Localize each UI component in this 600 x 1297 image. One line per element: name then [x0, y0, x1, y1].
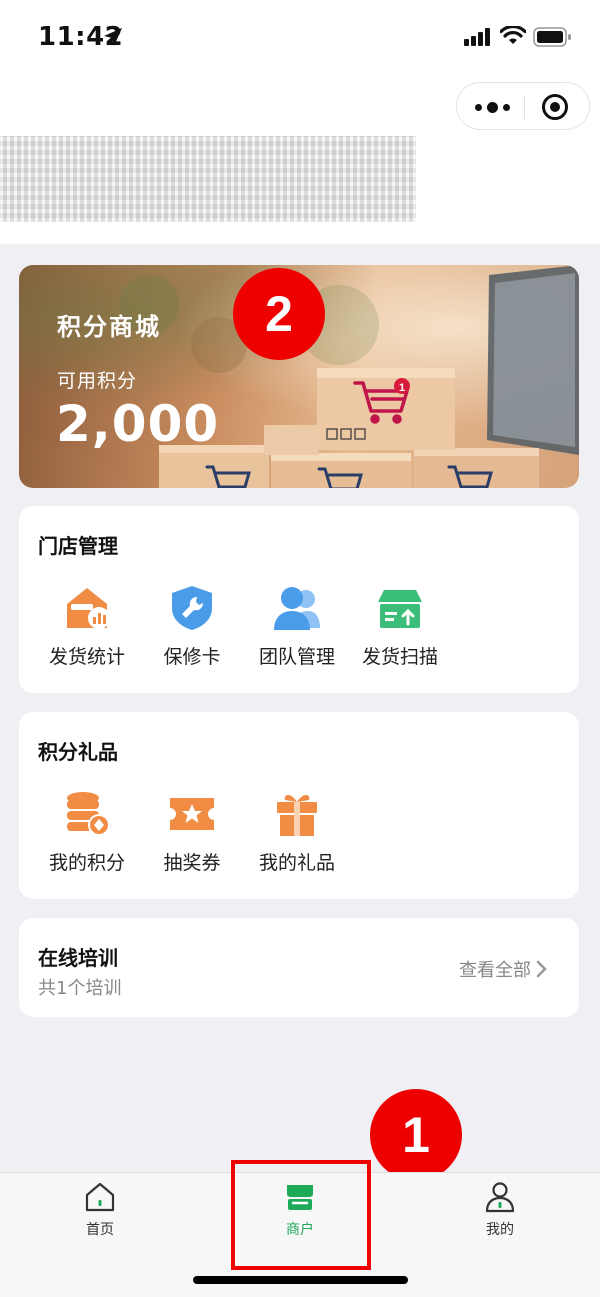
store-management-title: 门店管理 [38, 534, 118, 558]
view-all-link[interactable]: 查看全部 [459, 956, 549, 982]
my-gifts-item[interactable]: 我的礼品 [247, 790, 347, 875]
my-points-item[interactable]: 我的积分 [37, 790, 137, 875]
training-count: 共1个培训 [38, 978, 122, 999]
profile-icon [485, 1182, 515, 1213]
annotation-marker-1: 1 [370, 1089, 462, 1181]
tab-home[interactable]: 首页 [50, 1181, 150, 1239]
tab-home-label: 首页 [86, 1222, 114, 1238]
capsule-divider [524, 95, 525, 119]
warranty-card-item[interactable]: 保修卡 [142, 584, 242, 669]
wifi-icon [500, 26, 526, 44]
more-icon[interactable] [475, 98, 511, 116]
my-points-label: 我的积分 [48, 852, 125, 874]
team-management-label: 团队管理 [258, 646, 335, 668]
house-chart-icon [67, 588, 110, 629]
merchant-tab-highlight [231, 1160, 371, 1270]
cart-badge-count: 1 [399, 382, 405, 394]
status-bar: 11:42 [0, 0, 600, 76]
battery-icon [533, 27, 571, 47]
view-all-label: 查看全部 [459, 960, 531, 981]
online-training-title: 在线培训 [38, 946, 118, 970]
miniprogram-capsule [456, 82, 590, 130]
cellular-signal-icon [464, 28, 490, 46]
points-gifts-title: 积分礼品 [38, 740, 118, 764]
banner-title: 积分商城 [57, 313, 161, 341]
box-upload-icon [378, 590, 422, 628]
tab-mine[interactable]: 我的 [450, 1181, 550, 1239]
ticket-icon [170, 798, 214, 830]
points-gifts-card: 积分礼品 我的积分 抽奖券 我的礼品 [19, 712, 579, 899]
shield-wrench-icon [172, 586, 212, 630]
chevron-right-icon [536, 960, 547, 978]
coins-icon [67, 792, 110, 836]
team-icon [274, 587, 320, 630]
lottery-ticket-label: 抽奖券 [163, 852, 221, 874]
gift-icon [277, 795, 317, 836]
shipping-stats-item[interactable]: 发货统计 [37, 584, 137, 669]
location-arrow-icon [104, 28, 122, 46]
warranty-card-label: 保修卡 [163, 646, 221, 668]
lottery-ticket-item[interactable]: 抽奖券 [142, 790, 242, 875]
my-gifts-label: 我的礼品 [258, 852, 335, 874]
team-management-item[interactable]: 团队管理 [247, 584, 347, 669]
shipping-scan-item[interactable]: 发货扫描 [350, 584, 450, 669]
available-points-label: 可用积分 [57, 370, 138, 392]
home-indicator [193, 1276, 408, 1284]
tab-mine-label: 我的 [486, 1222, 514, 1238]
online-training-card[interactable]: 在线培训 共1个培训 查看全部 [19, 918, 579, 1017]
store-management-card: 门店管理 发货统计 保修卡 团队管理 发货扫描 [19, 506, 579, 693]
target-icon[interactable] [541, 93, 569, 121]
home-icon [85, 1182, 115, 1212]
annotation-marker-2: 2 [233, 268, 325, 360]
shipping-scan-label: 发货扫描 [361, 646, 438, 668]
redacted-header-content [0, 136, 416, 222]
shipping-stats-label: 发货统计 [48, 646, 125, 668]
available-points-value: 2,000 [56, 395, 220, 453]
